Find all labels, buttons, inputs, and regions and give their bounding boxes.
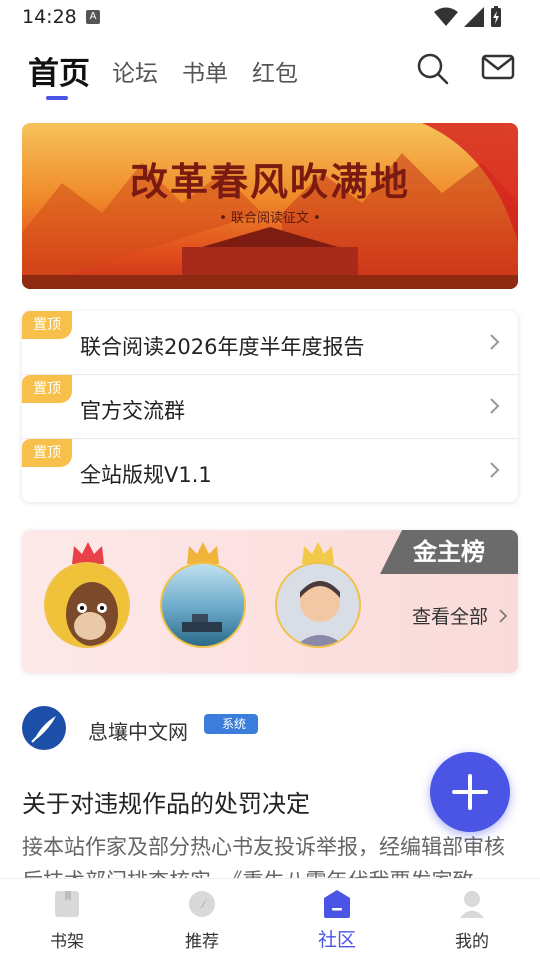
nav-me[interactable]: 我的 bbox=[432, 889, 512, 952]
top-nav: 首页 论坛 书单 红包 bbox=[0, 40, 540, 104]
pinned-list: 置顶 联合阅读2026年度半年度报告 置顶 官方交流群 置顶 全站版规V1.1 bbox=[22, 311, 518, 502]
compass-icon bbox=[189, 891, 215, 917]
nav-label: 社区 bbox=[317, 929, 356, 951]
tab-forum[interactable]: 论坛 bbox=[112, 54, 158, 88]
nav-label: 我的 bbox=[455, 932, 489, 952]
pinned-item-title: 联合阅读2026年度半年度报告 bbox=[80, 335, 365, 359]
banner-subtitle: • 联合阅读征文 • bbox=[219, 211, 321, 226]
search-icon[interactable] bbox=[414, 50, 450, 86]
promo-banner[interactable]: 改革春风吹满地 • 联合阅读征文 • bbox=[22, 123, 518, 289]
mail-icon[interactable] bbox=[480, 50, 516, 86]
tab-home[interactable]: 首页 bbox=[28, 48, 90, 93]
active-tab-indicator bbox=[46, 96, 68, 100]
pinned-item[interactable]: 置顶 全站版规V1.1 bbox=[22, 439, 518, 503]
nav-label: 书架 bbox=[50, 932, 84, 952]
signal-icon bbox=[464, 7, 484, 27]
nav-label: 推荐 bbox=[185, 932, 219, 952]
user-icon bbox=[460, 891, 484, 918]
chevron-right-icon bbox=[490, 462, 500, 478]
plus-icon bbox=[452, 774, 488, 810]
chevron-right-icon bbox=[490, 398, 500, 414]
system-badge: 系统 bbox=[204, 714, 258, 734]
post-title[interactable]: 关于对违规作品的处罚决定 bbox=[22, 784, 310, 819]
pinned-badge: 置顶 bbox=[22, 375, 72, 403]
nav-community[interactable]: 社区 bbox=[297, 889, 377, 952]
status-bar: 14:28 A bbox=[0, 0, 540, 34]
post-source[interactable]: 息壤中文网 bbox=[88, 716, 188, 745]
tab-booklist[interactable]: 书单 bbox=[182, 54, 228, 88]
community-icon bbox=[324, 890, 350, 918]
nav-bookshelf[interactable]: 书架 bbox=[27, 889, 107, 952]
gold-board-tag: 金主榜 bbox=[380, 530, 518, 574]
status-time: 14:28 bbox=[22, 6, 77, 28]
banner-title: 改革春风吹满地 bbox=[129, 159, 410, 204]
pinned-item-title: 官方交流群 bbox=[80, 399, 185, 423]
notification-a-icon: A bbox=[86, 10, 100, 24]
view-all-label: 查看全部 bbox=[411, 606, 488, 628]
chevron-right-icon bbox=[499, 609, 508, 623]
banner-illustration bbox=[22, 123, 518, 289]
view-all-link[interactable]: 查看全部 bbox=[412, 602, 508, 629]
chevron-right-icon bbox=[490, 334, 500, 350]
pinned-badge: 置顶 bbox=[22, 439, 72, 467]
avatar[interactable] bbox=[44, 562, 130, 648]
add-post-button[interactable] bbox=[430, 752, 510, 832]
battery-icon bbox=[491, 6, 501, 27]
avatar[interactable] bbox=[160, 562, 246, 648]
pinned-item[interactable]: 置顶 官方交流群 bbox=[22, 375, 518, 439]
pinned-badge: 置顶 bbox=[22, 311, 72, 339]
feather-pen-icon bbox=[31, 716, 56, 743]
bottom-nav: 书架 推荐 社区 我的 bbox=[0, 878, 540, 960]
avatar[interactable] bbox=[275, 562, 361, 648]
post-excerpt[interactable]: 接本站作家及部分热心书友投诉举报，经编辑部审核后技术部门排查核实，《重生八零年代… bbox=[22, 830, 518, 880]
tab-red-packet[interactable]: 红包 bbox=[252, 54, 298, 88]
pinned-item[interactable]: 置顶 联合阅读2026年度半年度报告 bbox=[22, 311, 518, 375]
pinned-item-title: 全站版规V1.1 bbox=[80, 463, 212, 487]
avatar[interactable] bbox=[22, 706, 66, 750]
bookshelf-icon bbox=[55, 891, 79, 917]
gold-sponsor-board[interactable]: 金主榜 查看全部 bbox=[22, 530, 518, 673]
nav-recommend[interactable]: 推荐 bbox=[162, 889, 242, 952]
status-icons bbox=[434, 6, 502, 28]
wifi-icon bbox=[434, 7, 458, 26]
